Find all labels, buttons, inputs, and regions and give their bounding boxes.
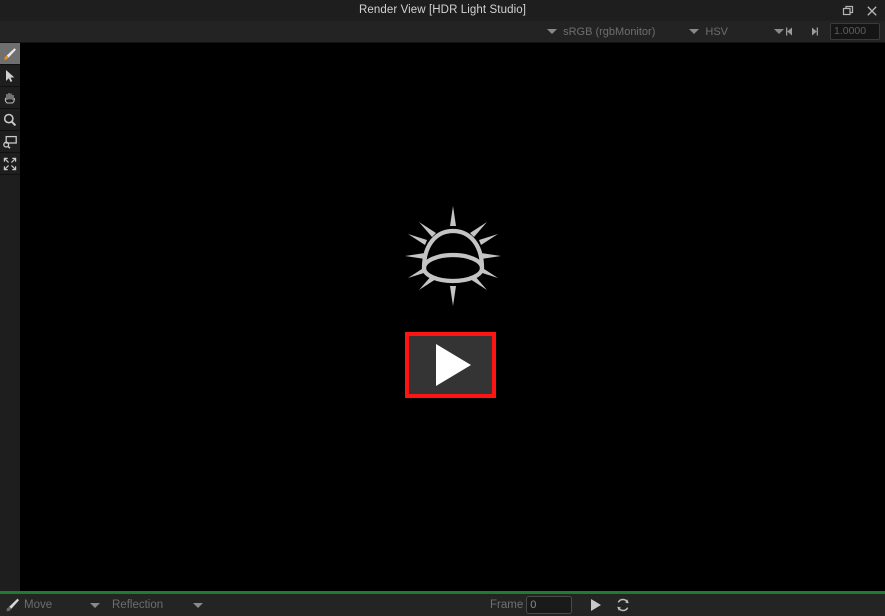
brush-icon	[4, 596, 22, 614]
window-controls	[839, 0, 881, 21]
status-bar: Move Reflection Frame 0	[0, 594, 885, 616]
chevron-down-icon	[774, 29, 784, 34]
restore-button[interactable]	[839, 2, 857, 20]
chevron-down-icon	[90, 602, 101, 608]
exposure-input[interactable]: 1.0000	[830, 23, 880, 40]
frame-input[interactable]: 0	[526, 596, 573, 614]
color-space-dropdown[interactable]: sRGB (rgbMonitor)	[547, 26, 669, 38]
brush-icon	[2, 46, 18, 62]
mapping-mode-value: Reflection	[112, 599, 164, 611]
zoom-fit-icon	[2, 156, 18, 172]
toolbar-right-group: sRGB (rgbMonitor) HSV 1.0000	[547, 21, 880, 42]
play-triangle-icon	[436, 344, 471, 386]
transform-mode-value: Move	[24, 599, 53, 611]
color-space-value: sRGB (rgbMonitor)	[563, 25, 656, 38]
chevron-down-icon	[193, 602, 204, 608]
tool-zoom-region-button[interactable]	[0, 131, 20, 153]
step-backward-icon[interactable]	[784, 26, 795, 37]
arrow-cursor-icon	[2, 68, 18, 84]
play-triangle-icon[interactable]	[591, 599, 602, 611]
magnifier-icon	[2, 112, 18, 128]
render-view-window: Render View [HDR Light Studio] sRGB (rgb…	[0, 0, 885, 616]
tool-select-button[interactable]	[0, 65, 20, 87]
color-model-value: HSV	[705, 25, 728, 38]
loop-refresh-icon[interactable]	[615, 597, 631, 613]
canvas-placeholder	[20, 43, 885, 591]
render-play-button[interactable]	[405, 332, 496, 398]
tool-zoom-fit-button[interactable]	[0, 153, 20, 175]
tool-rail	[0, 43, 20, 591]
mapping-mode-dropdown[interactable]: Reflection	[112, 594, 204, 616]
play-button-face	[409, 336, 492, 394]
chevron-down-icon	[547, 29, 558, 34]
frame-label: Frame	[490, 599, 524, 611]
hand-icon	[2, 90, 18, 106]
window-title: Render View [HDR Light Studio]	[358, 4, 527, 16]
hdr-dome-sun-icon	[403, 204, 503, 316]
color-model-dropdown[interactable]: HSV	[689, 26, 784, 38]
transform-mode-dropdown[interactable]: Move	[24, 594, 101, 616]
title-bar: Render View [HDR Light Studio]	[0, 0, 885, 21]
render-canvas[interactable]	[20, 43, 885, 591]
chevron-down-icon	[689, 29, 700, 34]
tool-paint-button[interactable]	[0, 43, 20, 65]
close-button[interactable]	[863, 2, 881, 20]
frame-controls: Frame 0	[490, 594, 631, 616]
tool-zoom-button[interactable]	[0, 109, 20, 131]
step-forward-icon[interactable]	[809, 26, 820, 37]
zoom-region-icon	[2, 134, 18, 150]
top-toolbar: sRGB (rgbMonitor) HSV 1.0000	[0, 21, 885, 43]
exposure-steppers	[784, 26, 820, 37]
tool-pan-button[interactable]	[0, 87, 20, 109]
